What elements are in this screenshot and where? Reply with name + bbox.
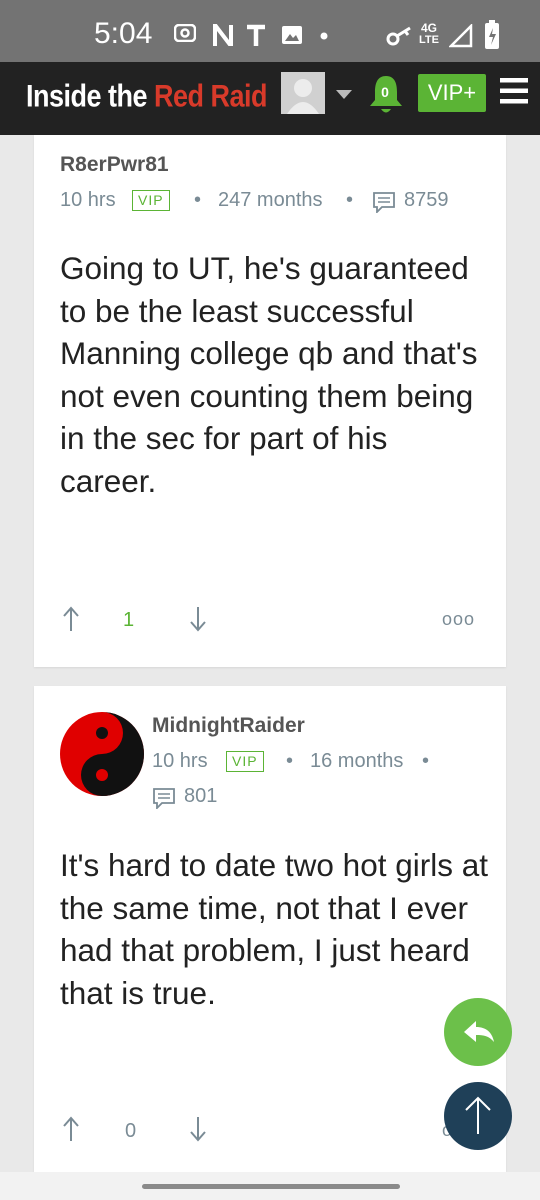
downvote-icon[interactable] <box>189 606 207 632</box>
post-card: R8erPwr81 10 hrs VIP • 247 months • 8759… <box>34 135 506 667</box>
chevron-down-icon[interactable] <box>336 90 352 100</box>
separator-dot: • <box>422 750 430 772</box>
n-icon <box>213 24 233 46</box>
dot-icon <box>320 32 328 40</box>
menu-icon[interactable] <box>500 78 528 104</box>
downvote-icon[interactable] <box>189 1116 207 1142</box>
network-type: 4G <box>420 21 437 35</box>
network-sub: LTE <box>419 34 439 46</box>
avatar-placeholder-icon <box>281 72 325 114</box>
post-time: 10 hrs <box>60 189 116 211</box>
upvote-icon[interactable] <box>62 1116 80 1142</box>
status-time: 5:04 <box>94 17 153 50</box>
arrow-up-icon <box>465 1096 491 1134</box>
vip-badge: VIP <box>132 190 170 211</box>
reply-fab[interactable] <box>444 998 512 1066</box>
network-indicator: 4G LTE <box>418 22 440 46</box>
more-options-button[interactable]: ooo <box>442 609 475 630</box>
post-body: Going to UT, he's guaranteed to be the l… <box>60 250 478 499</box>
home-indicator[interactable] <box>142 1184 400 1189</box>
post-card: MidnightRaider 10 hrs VIP • 16 months • … <box>34 686 506 1172</box>
user-avatar-yin-yang[interactable] <box>60 712 144 796</box>
user-avatar[interactable] <box>281 72 325 114</box>
post-time: 10 hrs <box>152 750 208 772</box>
separator-dot: • <box>286 750 294 772</box>
app-header: Inside the Red Raiders 0 VIP+ <box>0 62 540 135</box>
post-username[interactable]: MidnightRaider <box>152 714 305 738</box>
notification-count: 0 <box>381 84 389 100</box>
post-body: It's hard to date two hot girls at the s… <box>60 847 488 1011</box>
logo-text-white: Inside the <box>26 78 155 114</box>
post-membership: 16 months <box>310 750 404 772</box>
post-count-icon <box>373 192 395 213</box>
logo-text-red: Red Raiders <box>154 78 268 114</box>
upvote-icon[interactable] <box>62 606 80 632</box>
vip-plus-button[interactable]: VIP+ <box>418 74 486 112</box>
image-icon <box>282 26 302 44</box>
vip-badge: VIP <box>226 751 264 772</box>
key-icon <box>386 26 411 46</box>
post-membership: 247 months <box>218 189 323 211</box>
reply-icon <box>464 1021 494 1042</box>
scroll-to-top-fab[interactable] <box>444 1082 512 1150</box>
status-bar: 5:04 4G LTE <box>0 0 540 62</box>
site-logo[interactable]: Inside the Red Raiders <box>26 73 268 119</box>
separator-dot: • <box>194 189 202 211</box>
post-count: 8759 <box>404 189 449 211</box>
vote-count: 1 <box>123 609 135 631</box>
post-count-icon <box>153 788 175 809</box>
post-username[interactable]: R8erPwr81 <box>60 153 169 177</box>
separator-dot: • <box>346 189 354 211</box>
battery-icon <box>485 20 499 49</box>
nfc-icon <box>174 24 196 42</box>
signal-icon <box>449 24 473 48</box>
t-icon <box>247 24 265 46</box>
post-count: 801 <box>184 785 218 807</box>
vote-count: 0 <box>125 1120 137 1142</box>
